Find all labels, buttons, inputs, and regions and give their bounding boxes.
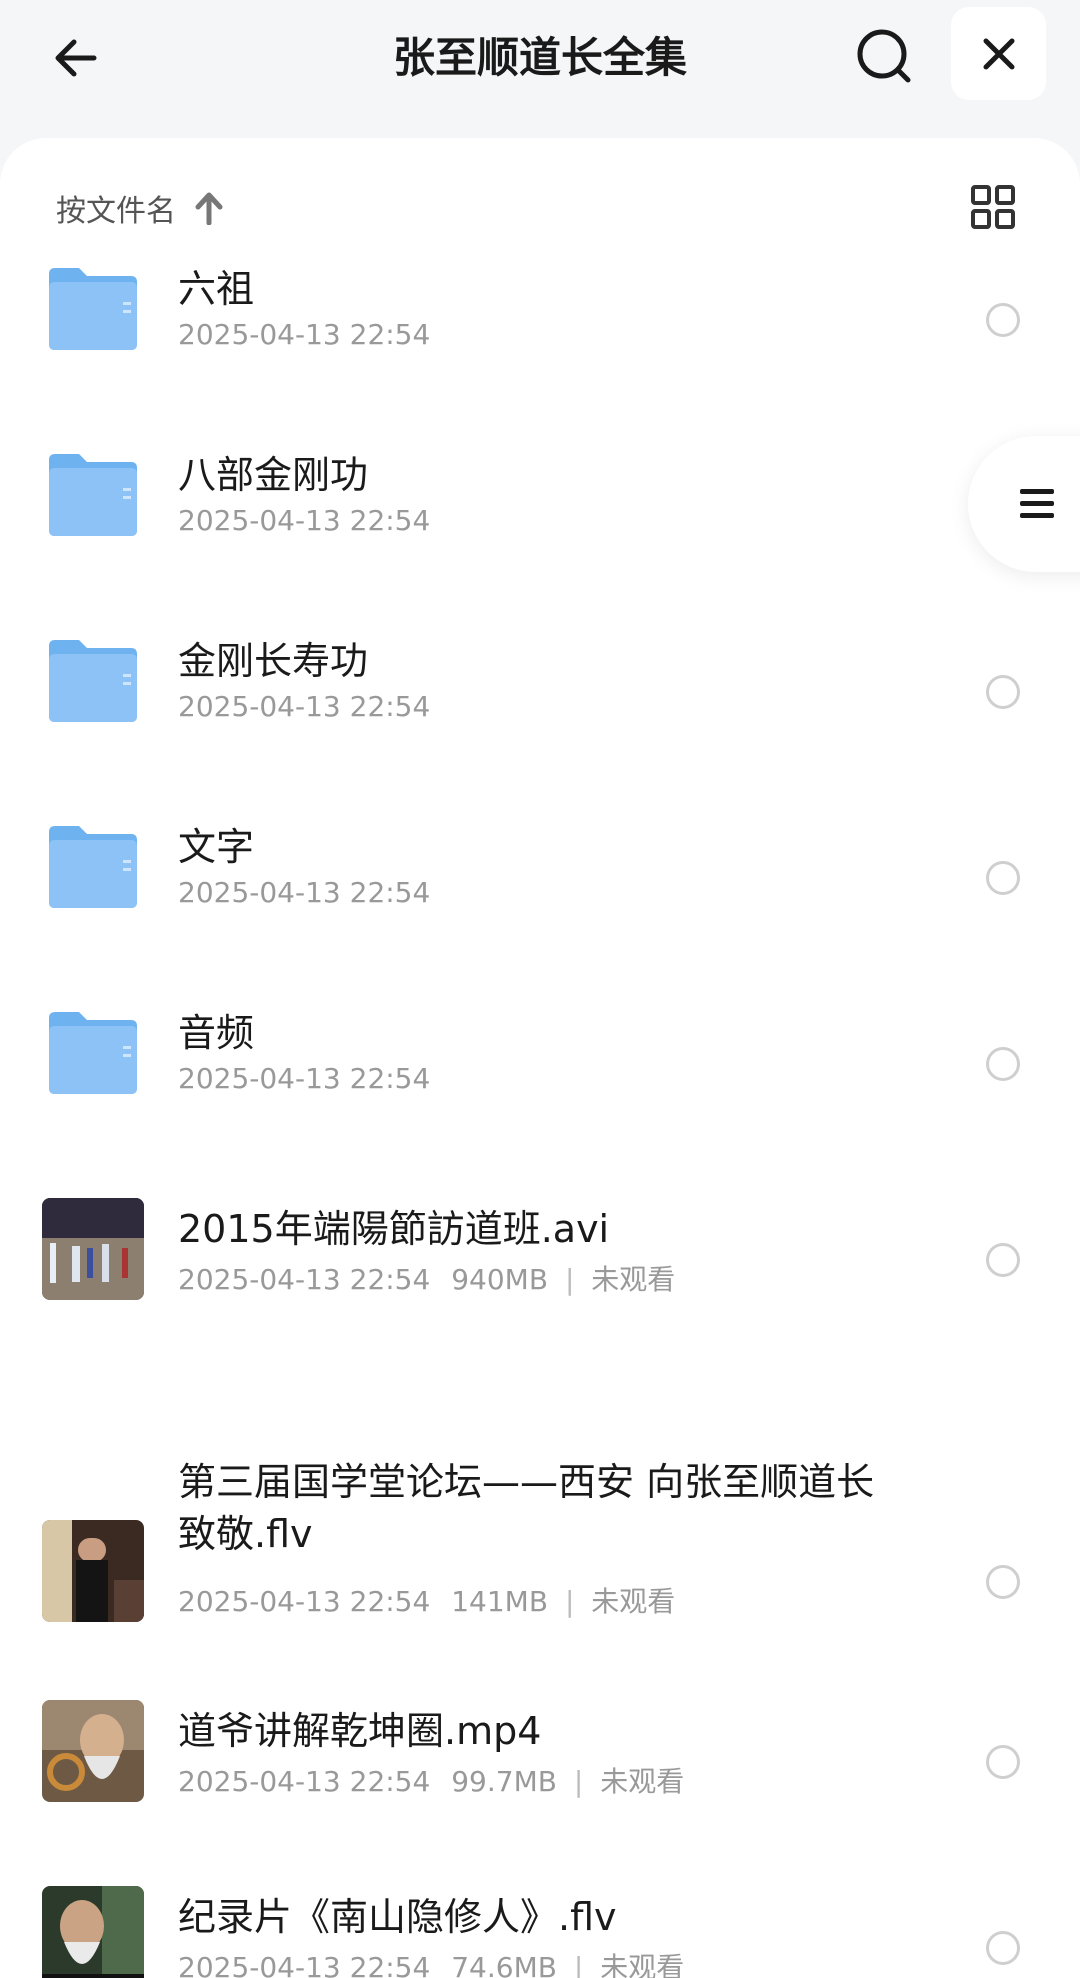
arrow-up-icon (194, 191, 224, 225)
list-item[interactable]: 金刚长寿功 2025-04-13 22:54 (0, 630, 1080, 780)
list-item[interactable]: 文字 2025-04-13 22:54 (0, 816, 1080, 966)
file-date: 2025-04-13 22:54 (178, 1263, 431, 1296)
file-meta: 2025-04-13 22:54 74.6MB | 未观看 (178, 1946, 684, 1978)
folder-icon (42, 816, 144, 918)
video-thumbnail (42, 1520, 144, 1622)
video-thumbnail (42, 1886, 144, 1978)
list-item[interactable]: 音频 2025-04-13 22:54 (0, 1002, 1080, 1152)
list-item[interactable]: 纪录片《南山隐修人》.flv 2025-04-13 22:54 74.6MB |… (0, 1886, 1080, 1978)
search-icon (857, 29, 911, 83)
separator: | (573, 1765, 584, 1798)
select-checkbox[interactable] (986, 1565, 1020, 1599)
list-item[interactable]: 第三届国学堂论坛——西安 向张至顺道长致敬.flv 2025-04-13 22:… (0, 1460, 1080, 1670)
file-name: 音频 (178, 1011, 255, 1055)
file-date: 2025-04-13 22:54 (178, 1951, 431, 1978)
search-button[interactable] (848, 20, 920, 92)
file-name: 六祖 (178, 267, 255, 311)
close-button[interactable] (951, 7, 1046, 100)
file-name: 第三届国学堂论坛——西安 向张至顺道长致敬.flv (178, 1460, 875, 1556)
video-thumbnail (42, 1700, 144, 1802)
file-browser-page: 张至顺道长全集 按文件名 六祖 2025-04-13 22:54 八部金刚功 2… (0, 0, 1080, 1978)
file-date: 2025-04-13 22:54 (178, 690, 431, 723)
file-name: 八部金刚功 (178, 453, 369, 497)
file-date: 2025-04-13 22:54 (178, 1765, 431, 1798)
select-checkbox[interactable] (986, 861, 1020, 895)
list-item[interactable]: 八部金刚功 2025-04-13 22:54 (0, 444, 1080, 594)
close-icon (983, 38, 1014, 69)
video-thumbnail (42, 1198, 144, 1300)
file-date: 2025-04-13 22:54 (178, 876, 431, 909)
file-meta: 2025-04-13 22:54 99.7MB | 未观看 (178, 1760, 684, 1800)
folder-icon (42, 630, 144, 732)
sort-by-name-control[interactable]: 按文件名 (56, 178, 224, 238)
file-meta: 2025-04-13 22:54 141MB | 未观看 (178, 1580, 675, 1620)
file-date: 2025-04-13 22:54 (178, 1585, 431, 1618)
list-item[interactable]: 2015年端陽節訪道班.avi 2025-04-13 22:54 940MB |… (0, 1198, 1080, 1348)
file-name: 2015年端陽節訪道班.avi (178, 1207, 610, 1251)
select-checkbox[interactable] (986, 303, 1020, 337)
file-list-card: 按文件名 六祖 2025-04-13 22:54 八部金刚功 2025-04-1… (0, 138, 1080, 1978)
file-size: 74.6MB (451, 1951, 557, 1978)
file-date: 2025-04-13 22:54 (178, 1062, 431, 1095)
select-checkbox[interactable] (986, 1931, 1020, 1965)
folder-icon (42, 258, 144, 360)
separator: | (573, 1951, 584, 1978)
file-date: 2025-04-13 22:54 (178, 318, 431, 351)
grid-view-button[interactable] (962, 176, 1024, 238)
folder-icon (42, 1002, 144, 1104)
list-item[interactable]: 道爷讲解乾坤圈.mp4 2025-04-13 22:54 99.7MB | 未观… (0, 1700, 1080, 1850)
folder-icon (42, 444, 144, 546)
watch-status: 未观看 (600, 1951, 685, 1978)
file-size: 99.7MB (451, 1765, 557, 1798)
top-bar: 张至顺道长全集 (0, 0, 1080, 138)
separator: | (564, 1585, 575, 1618)
file-size: 141MB (451, 1585, 549, 1618)
watch-status: 未观看 (600, 1765, 685, 1798)
file-name: 金刚长寿功 (178, 639, 369, 683)
file-name: 文字 (178, 825, 255, 869)
sort-label: 按文件名 (56, 194, 176, 229)
select-checkbox[interactable] (986, 675, 1020, 709)
select-checkbox[interactable] (986, 1243, 1020, 1277)
watch-status: 未观看 (591, 1263, 676, 1296)
file-name: 道爷讲解乾坤圈.mp4 (178, 1709, 542, 1753)
watch-status: 未观看 (591, 1585, 676, 1618)
file-name: 纪录片《南山隐修人》.flv (178, 1895, 617, 1939)
separator: | (564, 1263, 575, 1296)
grid-view-icon (971, 185, 1015, 229)
file-meta: 2025-04-13 22:54 940MB | 未观看 (178, 1258, 675, 1298)
select-checkbox[interactable] (986, 1047, 1020, 1081)
menu-icon (1020, 489, 1054, 518)
list-item[interactable]: 六祖 2025-04-13 22:54 (0, 258, 1080, 408)
file-size: 940MB (451, 1263, 549, 1296)
select-checkbox[interactable] (986, 1745, 1020, 1779)
file-date: 2025-04-13 22:54 (178, 504, 431, 537)
